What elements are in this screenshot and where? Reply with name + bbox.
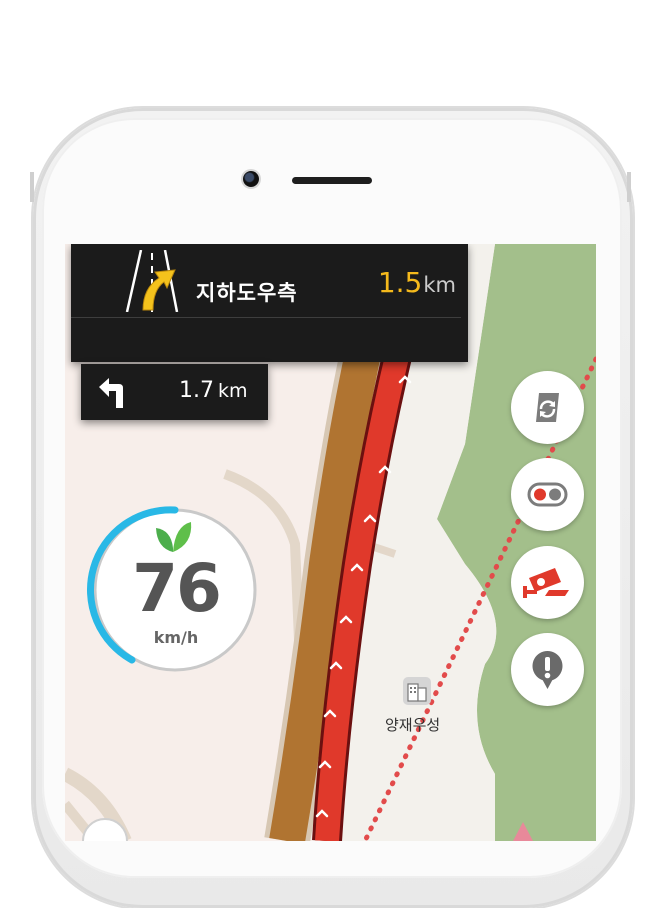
speed-camera-button[interactable]	[511, 546, 584, 619]
navigation-screen: 지하도우측 1.5km 1.7 km 76 km/h 양재우성	[65, 244, 596, 841]
reroute-button[interactable]	[511, 371, 584, 444]
speed-camera-icon	[523, 568, 569, 598]
poi-label[interactable]: 양재우성	[385, 714, 440, 735]
current-speed: 76	[132, 550, 222, 627]
traffic-light-icon	[527, 482, 568, 507]
next-turn-distance-value: 1.7	[179, 378, 214, 403]
building-icon[interactable]	[402, 676, 432, 706]
next-turn-panel[interactable]: 1.7 km	[81, 364, 268, 420]
speed-unit: km/h	[153, 628, 199, 647]
alert-icon	[532, 651, 563, 689]
road-name: 지하도우측	[196, 281, 298, 305]
side-button	[30, 172, 34, 202]
turn-distance-unit: km	[423, 273, 456, 297]
panel-divider	[71, 317, 461, 318]
turn-distance-value: 1.5	[377, 266, 423, 299]
earpiece-speaker	[292, 177, 372, 184]
front-camera	[243, 171, 259, 187]
lane-keep-right-arrow-icon	[125, 250, 179, 312]
turn-distance: 1.5km	[378, 266, 456, 299]
turn-guidance-panel[interactable]: 지하도우측 1.5km	[71, 244, 468, 362]
next-turn-distance: 1.7 km	[179, 378, 248, 403]
next-turn-distance-unit: km	[218, 380, 248, 402]
side-button	[627, 172, 631, 202]
report-button[interactable]	[511, 633, 584, 706]
turn-left-arrow-icon	[99, 378, 123, 408]
reroute-icon	[536, 393, 559, 422]
traffic-light-button[interactable]	[511, 458, 584, 531]
